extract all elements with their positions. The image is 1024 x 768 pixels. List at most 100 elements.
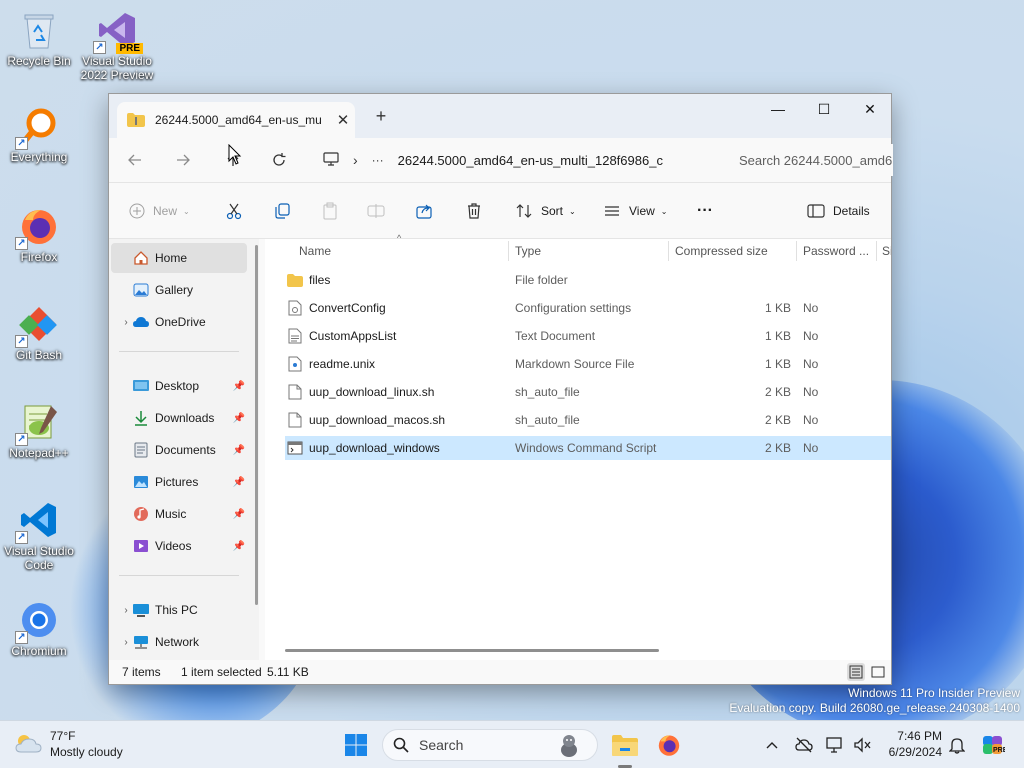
- copy-button[interactable]: [273, 197, 291, 225]
- explorer-tab[interactable]: 26244.5000_amd64_en-us_mu ✕: [117, 102, 355, 138]
- share-button[interactable]: [415, 197, 433, 225]
- nav-item-home[interactable]: Home: [111, 243, 247, 273]
- delete-button[interactable]: [465, 197, 483, 225]
- system-clock[interactable]: 7:46 PM 6/29/2024: [880, 728, 942, 760]
- desktop-icon-label: Recycle Bin: [7, 54, 71, 68]
- nav-item-desktop[interactable]: Desktop 📌: [111, 371, 247, 401]
- desktop-icon-git-bash[interactable]: ↗ Git Bash: [1, 302, 77, 362]
- column-separator[interactable]: [796, 241, 797, 261]
- file-row[interactable]: uup_download_linux.sh sh_auto_file 2 KB …: [285, 380, 891, 404]
- minimize-button[interactable]: —: [755, 94, 801, 124]
- sort-ascending-icon: ^: [397, 233, 402, 243]
- file-row[interactable]: CustomAppsList Text Document 1 KB No: [285, 324, 891, 348]
- column-header-name[interactable]: Name: [299, 239, 331, 263]
- nav-item-gallery[interactable]: Gallery: [111, 275, 247, 305]
- clock-time: 7:46 PM: [897, 729, 942, 743]
- nav-item-label: Gallery: [155, 283, 194, 297]
- taskbar-file-explorer[interactable]: [608, 729, 642, 761]
- more-options-button[interactable]: ···: [697, 197, 713, 225]
- desktop-icon-everything[interactable]: ↗ Everything: [1, 104, 77, 164]
- watermark-line: Evaluation copy. Build 26080.ge_release.…: [729, 701, 1020, 715]
- new-tab-button[interactable]: +: [369, 106, 393, 127]
- file-name: readme.unix: [309, 357, 376, 371]
- expand-chevron-icon[interactable]: ›: [119, 317, 133, 328]
- generic-file-icon: [287, 384, 303, 400]
- view-button[interactable]: View ⌄: [603, 197, 668, 225]
- back-button[interactable]: [119, 146, 151, 174]
- expand-chevron-icon[interactable]: ›: [119, 605, 133, 616]
- tab-close-button[interactable]: ✕: [331, 111, 355, 129]
- nav-item-documents[interactable]: Documents 📌: [111, 435, 247, 465]
- column-header-type[interactable]: Type: [515, 239, 541, 263]
- volume-muted-icon: [854, 737, 871, 753]
- address-bar[interactable]: › ··· 26244.5000_amd64_en-us_multi_128f6…: [311, 144, 715, 176]
- column-separator[interactable]: [508, 241, 509, 261]
- cut-button[interactable]: [225, 197, 243, 225]
- taskbar-firefox[interactable]: [652, 729, 686, 761]
- copilot-button[interactable]: PRE: [978, 729, 1008, 761]
- desktop-icon-recycle-bin[interactable]: Recycle Bin: [1, 8, 77, 68]
- start-button[interactable]: [340, 729, 372, 761]
- firefox-icon: ↗: [15, 204, 61, 250]
- details-view-button[interactable]: [847, 663, 865, 681]
- search-input[interactable]: Search 26244.5000_amd6: [727, 144, 893, 176]
- chevron-up-icon: [766, 742, 778, 749]
- expand-chevron-icon[interactable]: ›: [119, 637, 133, 648]
- file-name: uup_download_linux.sh: [309, 385, 435, 399]
- nav-item-pictures[interactable]: Pictures 📌: [111, 467, 247, 497]
- windows-logo-icon: [345, 734, 367, 756]
- show-hidden-icons-button[interactable]: [762, 729, 782, 761]
- nav-item-this-pc[interactable]: › This PC: [111, 595, 247, 625]
- column-header-compressed-size[interactable]: Compressed size: [675, 239, 768, 263]
- column-header-password[interactable]: Password ...: [803, 239, 869, 263]
- file-row-selected[interactable]: uup_download_windows Windows Command Scr…: [285, 436, 891, 460]
- column-separator[interactable]: [668, 241, 669, 261]
- network-status-button[interactable]: [793, 729, 815, 761]
- sort-button[interactable]: Sort ⌄: [515, 197, 576, 225]
- nav-item-onedrive[interactable]: › OneDrive: [111, 307, 247, 337]
- desktop-icon-chromium[interactable]: ↗ Chromium: [1, 598, 77, 658]
- forward-button[interactable]: [167, 146, 199, 174]
- horizontal-scrollbar[interactable]: [285, 649, 659, 652]
- desktop-icon-firefox[interactable]: ↗ Firefox: [1, 204, 77, 264]
- weather-widget[interactable]: 77°F Mostly cloudy: [14, 728, 123, 760]
- forward-arrow-icon: [177, 154, 190, 166]
- desktop-icon-notepad-plus-plus[interactable]: ↗ Notepad++: [1, 400, 77, 460]
- desktop-icon-visual-studio-2022[interactable]: PRE ↗ Visual Studio 2022 Preview: [79, 8, 155, 82]
- file-row[interactable]: ConvertConfig Configuration settings 1 K…: [285, 296, 891, 320]
- new-button[interactable]: New ⌄: [129, 197, 190, 225]
- rename-button[interactable]: [367, 197, 385, 225]
- column-header-size[interactable]: Si: [882, 239, 891, 263]
- file-password: No: [803, 413, 819, 427]
- nav-pane-scrollbar[interactable]: [255, 245, 258, 605]
- nav-item-music[interactable]: Music 📌: [111, 499, 247, 529]
- maximize-button[interactable]: ☐: [801, 94, 847, 124]
- file-size: 1 KB: [764, 301, 791, 315]
- file-row[interactable]: uup_download_macos.sh sh_auto_file 2 KB …: [285, 408, 891, 432]
- breadcrumb-overflow-button[interactable]: ···: [372, 153, 384, 167]
- mouse-cursor-icon: [228, 143, 242, 169]
- file-row[interactable]: readme.unix Markdown Source File 1 KB No: [285, 352, 891, 376]
- breadcrumb-current-folder[interactable]: 26244.5000_amd64_en-us_multi_128f6986_c: [398, 153, 663, 168]
- desktop-icon-vscode[interactable]: ↗ Visual Studio Code: [1, 498, 77, 572]
- config-file-icon: [287, 300, 303, 316]
- refresh-button[interactable]: [263, 146, 295, 174]
- display-button[interactable]: [824, 729, 846, 761]
- nav-item-downloads[interactable]: Downloads 📌: [111, 403, 247, 433]
- file-password: No: [803, 385, 819, 399]
- large-icons-view-button[interactable]: [869, 663, 887, 681]
- close-button[interactable]: ✕: [847, 94, 893, 124]
- item-count: 7 items: [122, 665, 161, 679]
- shortcut-arrow-icon: ↗: [93, 41, 106, 54]
- taskbar-search[interactable]: Search: [382, 729, 598, 761]
- chevron-down-icon: ⌄: [183, 206, 190, 216]
- paste-button[interactable]: [321, 197, 339, 225]
- volume-button[interactable]: [851, 729, 873, 761]
- clipboard-icon: [323, 202, 337, 220]
- column-separator[interactable]: [876, 241, 877, 261]
- nav-item-network[interactable]: › Network: [111, 627, 247, 657]
- notifications-button[interactable]: [946, 729, 968, 761]
- nav-item-videos[interactable]: Videos 📌: [111, 531, 247, 561]
- file-row[interactable]: files File folder: [285, 268, 891, 292]
- details-pane-button[interactable]: Details: [807, 197, 870, 225]
